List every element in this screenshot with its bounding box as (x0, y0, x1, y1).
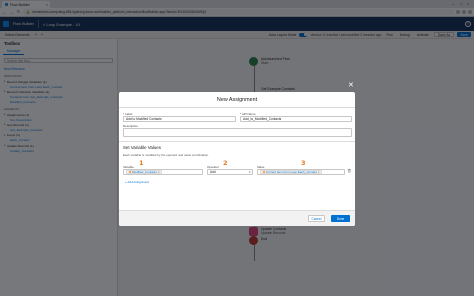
operator-select[interactable]: Add ▾ (207, 169, 253, 175)
remove-value-icon[interactable]: × (318, 170, 320, 174)
api-name-input[interactable]: Add_to_Modified_Contacts (240, 116, 352, 122)
annotation-number-3: 3 (301, 159, 306, 167)
modal-title: New Assignment (119, 92, 355, 108)
add-assignment-button[interactable]: + Add Assignment (125, 180, 149, 184)
new-assignment-modal: New Assignment * Label Add to Modified C… (119, 92, 355, 226)
collection-icon (128, 170, 131, 174)
modal-footer: Cancel Done (119, 210, 355, 226)
variable-combobox[interactable]: Modified_Contacts × (123, 169, 203, 175)
value-combobox[interactable]: Current Item from Loop Each_Contact × (257, 169, 345, 175)
operator-value: Add (210, 170, 216, 174)
variable-pill-label: Modified_Contacts (132, 170, 157, 174)
annotation-number-2: 2 (223, 159, 228, 167)
value-pill-label: Current Item from Loop Each_Contact (266, 170, 317, 174)
set-variable-values-heading: Set Variable Values (123, 145, 161, 150)
delete-assignment-icon[interactable]: 🗑 (347, 169, 352, 173)
set-variable-values-description: Each variable is modified by the operato… (123, 153, 210, 157)
done-button[interactable]: Done (331, 215, 350, 222)
record-icon (262, 170, 265, 174)
annotation-number-1: 1 (139, 159, 144, 167)
label-input[interactable]: Add to Modified Contacts (123, 116, 236, 122)
value-pill: Current Item from Loop Each_Contact × (260, 170, 322, 174)
cancel-button[interactable]: Cancel (308, 215, 325, 222)
remove-variable-icon[interactable]: × (158, 170, 160, 174)
description-textarea[interactable] (123, 128, 352, 137)
chevron-down-icon: ▾ (248, 170, 251, 174)
variable-pill: Modified_Contacts × (126, 170, 163, 174)
section-divider (119, 141, 355, 142)
modal-close-icon[interactable]: ✕ (348, 81, 354, 89)
